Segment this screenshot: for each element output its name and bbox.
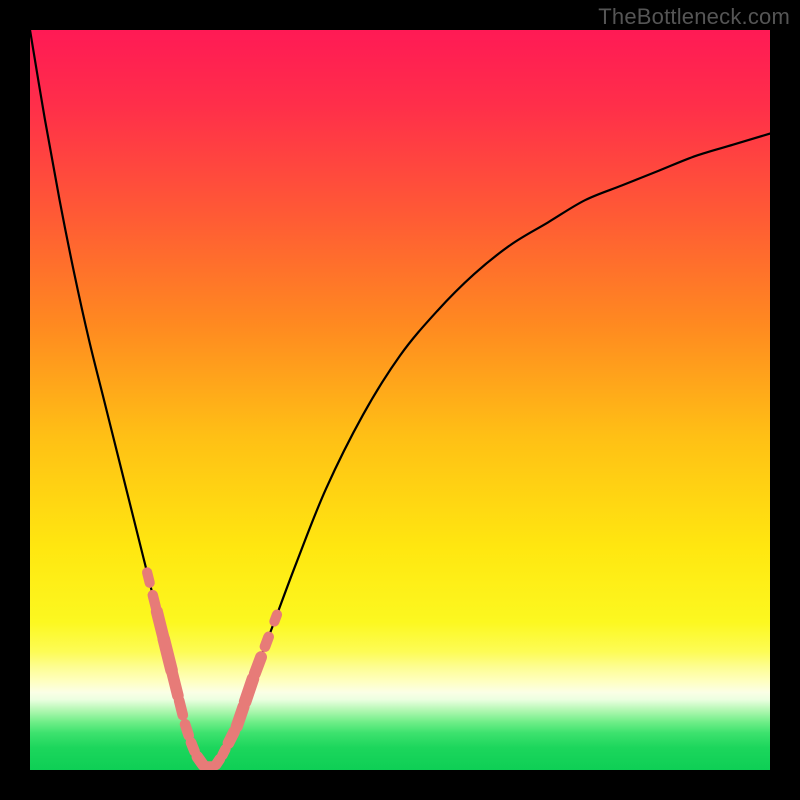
plot-area bbox=[30, 30, 770, 770]
watermark-text: TheBottleneck.com bbox=[598, 4, 790, 30]
gradient-bg bbox=[30, 30, 770, 770]
chart-frame: TheBottleneck.com bbox=[0, 0, 800, 800]
